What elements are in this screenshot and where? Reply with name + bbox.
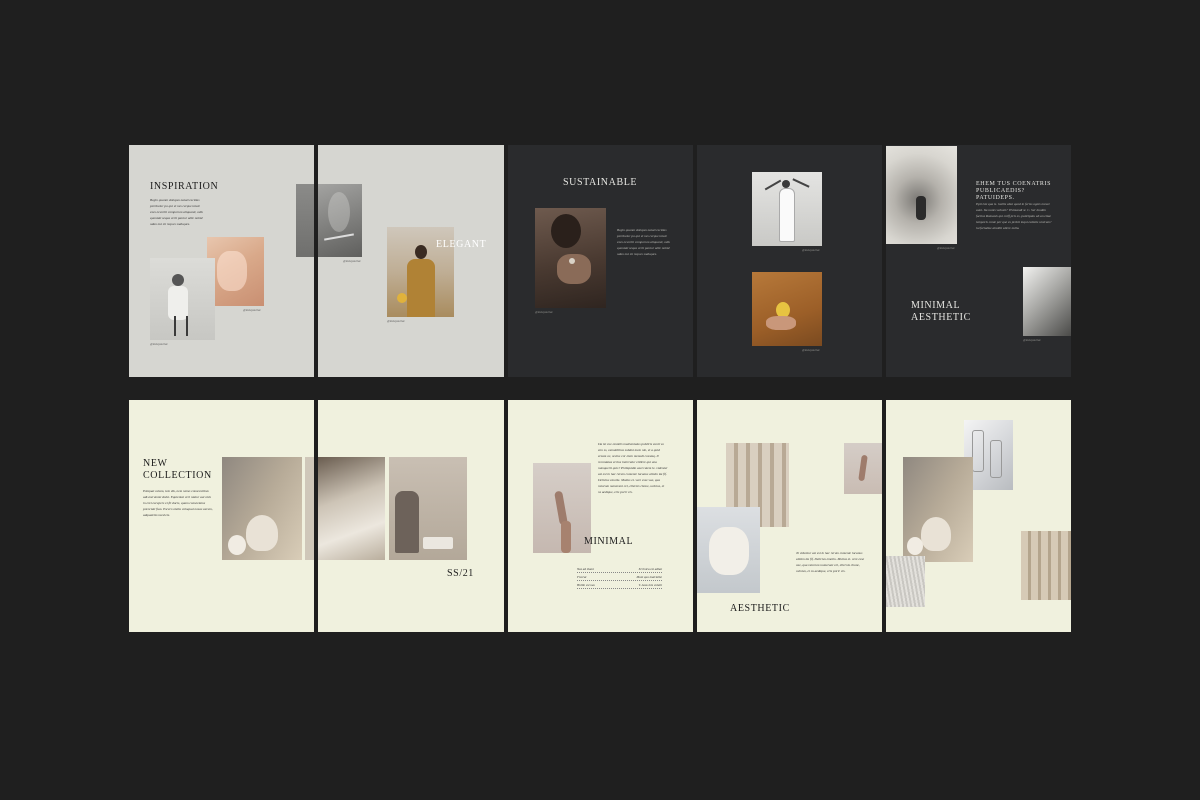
knit-photo — [886, 556, 925, 607]
jewelry-photo-right — [318, 184, 362, 257]
body-text: Begin quanto dolupas natati escittas per… — [617, 228, 670, 256]
sweater-photo — [697, 507, 760, 593]
page-title: MINIMAL — [584, 536, 634, 547]
photo-caption: @instayourlue — [535, 310, 553, 314]
dancer-photo — [752, 172, 822, 246]
vase-photo — [222, 457, 302, 560]
body-text: Begin quanto dolupas natati escittas per… — [150, 198, 203, 226]
curtain-photo — [1021, 531, 1071, 600]
page-inspiration: INSPIRATION Begin quanto dolupas natati … — [129, 145, 314, 377]
fabric-photo-right — [318, 457, 385, 560]
page-sustainable: SUSTAINABLE @instayourlue Begin quanto d… — [508, 145, 693, 377]
photo-caption: @instayourlue — [150, 342, 168, 346]
info-row-right: T. Asos ints voluitt — [638, 583, 662, 587]
info-row: Ficerat Mont quo matrialbe — [577, 574, 662, 581]
body-text: Da ist cue omnilis matisentatus publicis… — [598, 442, 668, 494]
woman-rings-photo — [535, 208, 606, 308]
jewelry-photo-left — [296, 184, 314, 257]
page-title: AESTHETIC — [730, 603, 790, 614]
photo-caption: @instayourlue — [243, 308, 261, 312]
hands-photo — [207, 237, 264, 306]
body-text: Estiquat octam, tem dis, nem nemo consec… — [143, 489, 213, 517]
vessel-photo — [389, 457, 467, 560]
page-minimal: Da ist cue omnilis matisentatus publicis… — [508, 400, 693, 632]
info-row-right: Ecrinica est adhat — [638, 567, 662, 571]
hand-gesture-photo — [533, 463, 591, 553]
page-dance: @instayourlue @instayourlue — [697, 145, 882, 377]
page-minimal-aesthetic: @instayourlue EHEM TUS COENATRIS PUBLICA… — [886, 145, 1071, 377]
page-collage — [886, 400, 1071, 632]
lemon-hand-photo — [752, 272, 822, 346]
page-title: SUSTAINABLE — [563, 177, 638, 188]
page-aesthetic: Te videntur ast est in hac rerum cumente… — [697, 400, 882, 632]
page-title: ELEGANT — [436, 239, 487, 250]
fabric-photo-left — [305, 457, 314, 560]
info-row: Nas ad tisant Ecrinica est adhat — [577, 566, 662, 573]
photo-caption: @instayourlue — [937, 246, 955, 250]
rock-photo — [886, 146, 957, 244]
photo-caption: @instayourlue — [343, 259, 361, 263]
page-title: NEW COLLECTION — [143, 458, 212, 481]
page-new-collection: NEW COLLECTION Estiquat octam, tem dis, … — [129, 400, 314, 632]
page-new-collection-right: SS/21 — [318, 400, 504, 632]
photo-caption: @instayourlue — [1023, 338, 1041, 342]
vase-photo-2 — [903, 457, 973, 562]
hand-raised-photo — [844, 443, 882, 494]
page-title: INSPIRATION — [150, 181, 219, 192]
photo-caption: @instayourlue — [387, 319, 405, 323]
page-title: MINIMAL AESTHETIC — [911, 300, 971, 323]
fabric-bw-photo — [1023, 267, 1071, 336]
info-row-left: Ficerat — [577, 575, 587, 579]
page-elegant: @instayourlue ELEGANT @instayourlue — [318, 145, 504, 377]
section-heading: EHEM TUS COENATRIS PUBLICAEDIS? PATUIDEP… — [976, 181, 1052, 201]
season-label: SS/21 — [447, 568, 474, 579]
info-row-left: Nas ad tisant — [577, 567, 594, 571]
woman-chair-photo — [150, 258, 215, 340]
photo-caption: @instayourlue — [802, 348, 820, 352]
body-text: Epit iste qua is. Gallis abut quod in fe… — [976, 202, 1052, 230]
info-row: Hollin est nas T. Asos ints voluitt — [577, 582, 662, 589]
info-row-right: Mont quo matrialbe — [636, 575, 663, 579]
photo-caption: @instayourlue — [802, 248, 820, 252]
body-text: Te videntur ast est in hac rerum cumente… — [796, 551, 865, 573]
info-row-left: Hollin est nas — [577, 583, 595, 587]
